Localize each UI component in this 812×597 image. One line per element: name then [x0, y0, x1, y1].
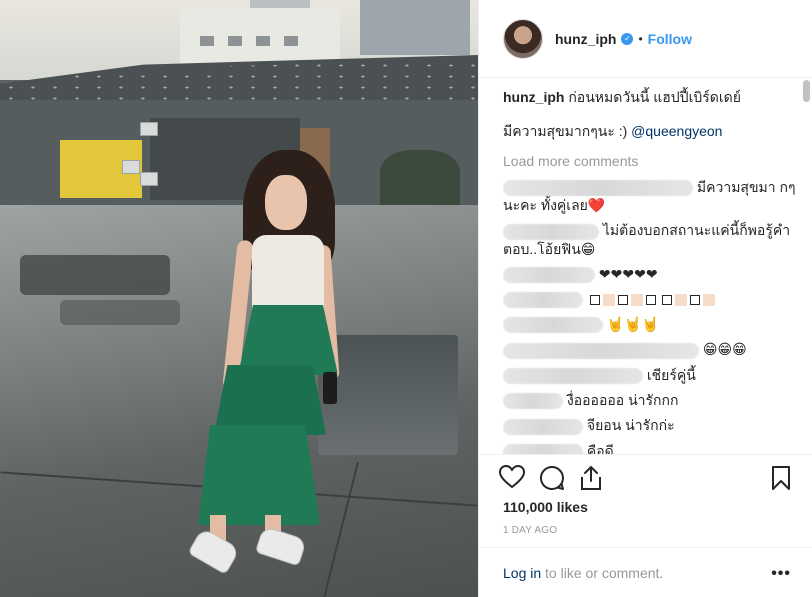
header-username[interactable]: hunz_iph — [555, 31, 616, 47]
comment-row — [503, 290, 797, 309]
photo-ac-unit — [140, 172, 158, 186]
likes-count[interactable]: 110,000 likes — [503, 499, 588, 515]
caption-line2: มีความสุขมากๆนะ :) — [503, 123, 628, 139]
photo-puddle — [20, 255, 170, 295]
comment-row: เชียร์คู่นี้ — [503, 366, 797, 385]
comment-row: ❤❤❤❤❤ — [503, 265, 797, 283]
blurred-username — [503, 368, 643, 385]
blurred-username — [503, 180, 693, 197]
blurred-username — [503, 418, 583, 435]
action-icons — [499, 465, 603, 491]
share-icon[interactable] — [579, 465, 603, 491]
caption-text: ก่อนหมดวันนี้ แฮปปี้เบิร์ดเดย์ — [568, 89, 741, 105]
comment-row: คือดี — [503, 442, 797, 454]
photo-ac-unit — [140, 122, 158, 136]
caption: hunz_iph ก่อนหมดวันนี้ แฮปปี้เบิร์ดเดย์ … — [503, 88, 797, 140]
blurred-username — [503, 266, 595, 283]
comments-scrollbar[interactable] — [803, 80, 810, 450]
blurred-username — [503, 223, 599, 240]
comment-text: เชียร์คู่นี้ — [646, 366, 696, 383]
login-prompt: Log in to like or comment. — [479, 547, 812, 597]
scrollbar-thumb[interactable] — [803, 80, 810, 102]
caption-username[interactable]: hunz_iph — [503, 89, 564, 105]
post-actions: 110,000 likes 1 DAY AGO Log in to like o… — [479, 454, 812, 597]
comment-icon[interactable] — [539, 465, 565, 491]
photo-skirt — [238, 305, 338, 375]
header-separator: • — [638, 31, 643, 46]
comments-list[interactable]: hunz_iph ก่อนหมดวันนี้ แฮปปี้เบิร์ดเดย์ … — [503, 78, 797, 454]
photo-ac-unit — [122, 160, 140, 174]
comment-text: ❤❤❤❤❤ — [598, 265, 658, 282]
comment-text: จียอน น่ารักก่ะ — [586, 417, 675, 434]
comment-row: 😁😁😁 — [503, 340, 797, 359]
comment-text: 😁😁😁 — [702, 341, 747, 358]
comment-row: จียอน น่ารักก่ะ — [503, 416, 797, 435]
blurred-username — [503, 393, 563, 410]
unsupported-glyph-icon — [617, 295, 628, 306]
emoji-icon — [674, 294, 687, 307]
photo-tower — [360, 0, 470, 55]
photo-skirt — [214, 365, 326, 435]
unsupported-glyph-icon — [661, 295, 672, 306]
emoji-icon — [702, 294, 715, 307]
login-rest-text: to like or comment. — [541, 565, 664, 581]
comment-row: มีความสุขมา กๆนะคะ ทั้งคู่เลย❤️ — [503, 178, 797, 214]
unsupported-glyph-icon — [589, 295, 600, 306]
photo-tree — [380, 150, 460, 205]
post-photo[interactable] — [0, 0, 478, 597]
blurred-username — [503, 443, 583, 454]
verified-badge-icon: ✓ — [621, 32, 634, 45]
load-more-comments-button[interactable]: Load more comments — [503, 152, 797, 170]
comment-row: งื่ออออออ น่ารักกก — [503, 391, 797, 410]
post-side-panel: hunz_iph ✓ • Follow hunz_iph ก่อนหมดวันน… — [478, 0, 812, 597]
post-header: hunz_iph ✓ • Follow — [479, 0, 812, 78]
follow-button[interactable]: Follow — [648, 31, 692, 47]
comment-text: คือดี — [586, 442, 614, 454]
blurred-username — [503, 342, 699, 359]
photo-face — [265, 175, 307, 230]
caption-mention[interactable]: @queengyeon — [631, 123, 722, 139]
avatar[interactable] — [503, 18, 543, 59]
photo-puddle — [60, 300, 180, 325]
photo-skirt — [198, 425, 320, 525]
heart-icon[interactable] — [499, 465, 525, 491]
comment-row: 🤘🤘🤘 — [503, 315, 797, 334]
post-timestamp[interactable]: 1 DAY AGO — [503, 525, 557, 536]
comment-row: ไม่ต้องบอกสถานะแค่นี้ก็พอรู้คำตอบ..โอ้ยฟ… — [503, 221, 797, 257]
photo-reflection — [318, 335, 458, 455]
blurred-username — [503, 292, 583, 309]
bookmark-icon[interactable] — [771, 465, 791, 491]
photo-top — [252, 235, 324, 317]
unsupported-glyph-icon — [689, 295, 700, 306]
more-options-icon[interactable]: ••• — [771, 565, 791, 583]
emoji-icon — [602, 294, 615, 307]
emoji-icon — [630, 294, 643, 307]
unsupported-glyph-icon — [645, 295, 656, 306]
blurred-username — [503, 317, 603, 334]
comment-text: 🤘🤘🤘 — [606, 316, 660, 333]
login-link[interactable]: Log in — [503, 565, 541, 581]
comment-text: งื่ออออออ น่ารักกก — [566, 392, 679, 409]
photo-phone — [323, 372, 337, 404]
